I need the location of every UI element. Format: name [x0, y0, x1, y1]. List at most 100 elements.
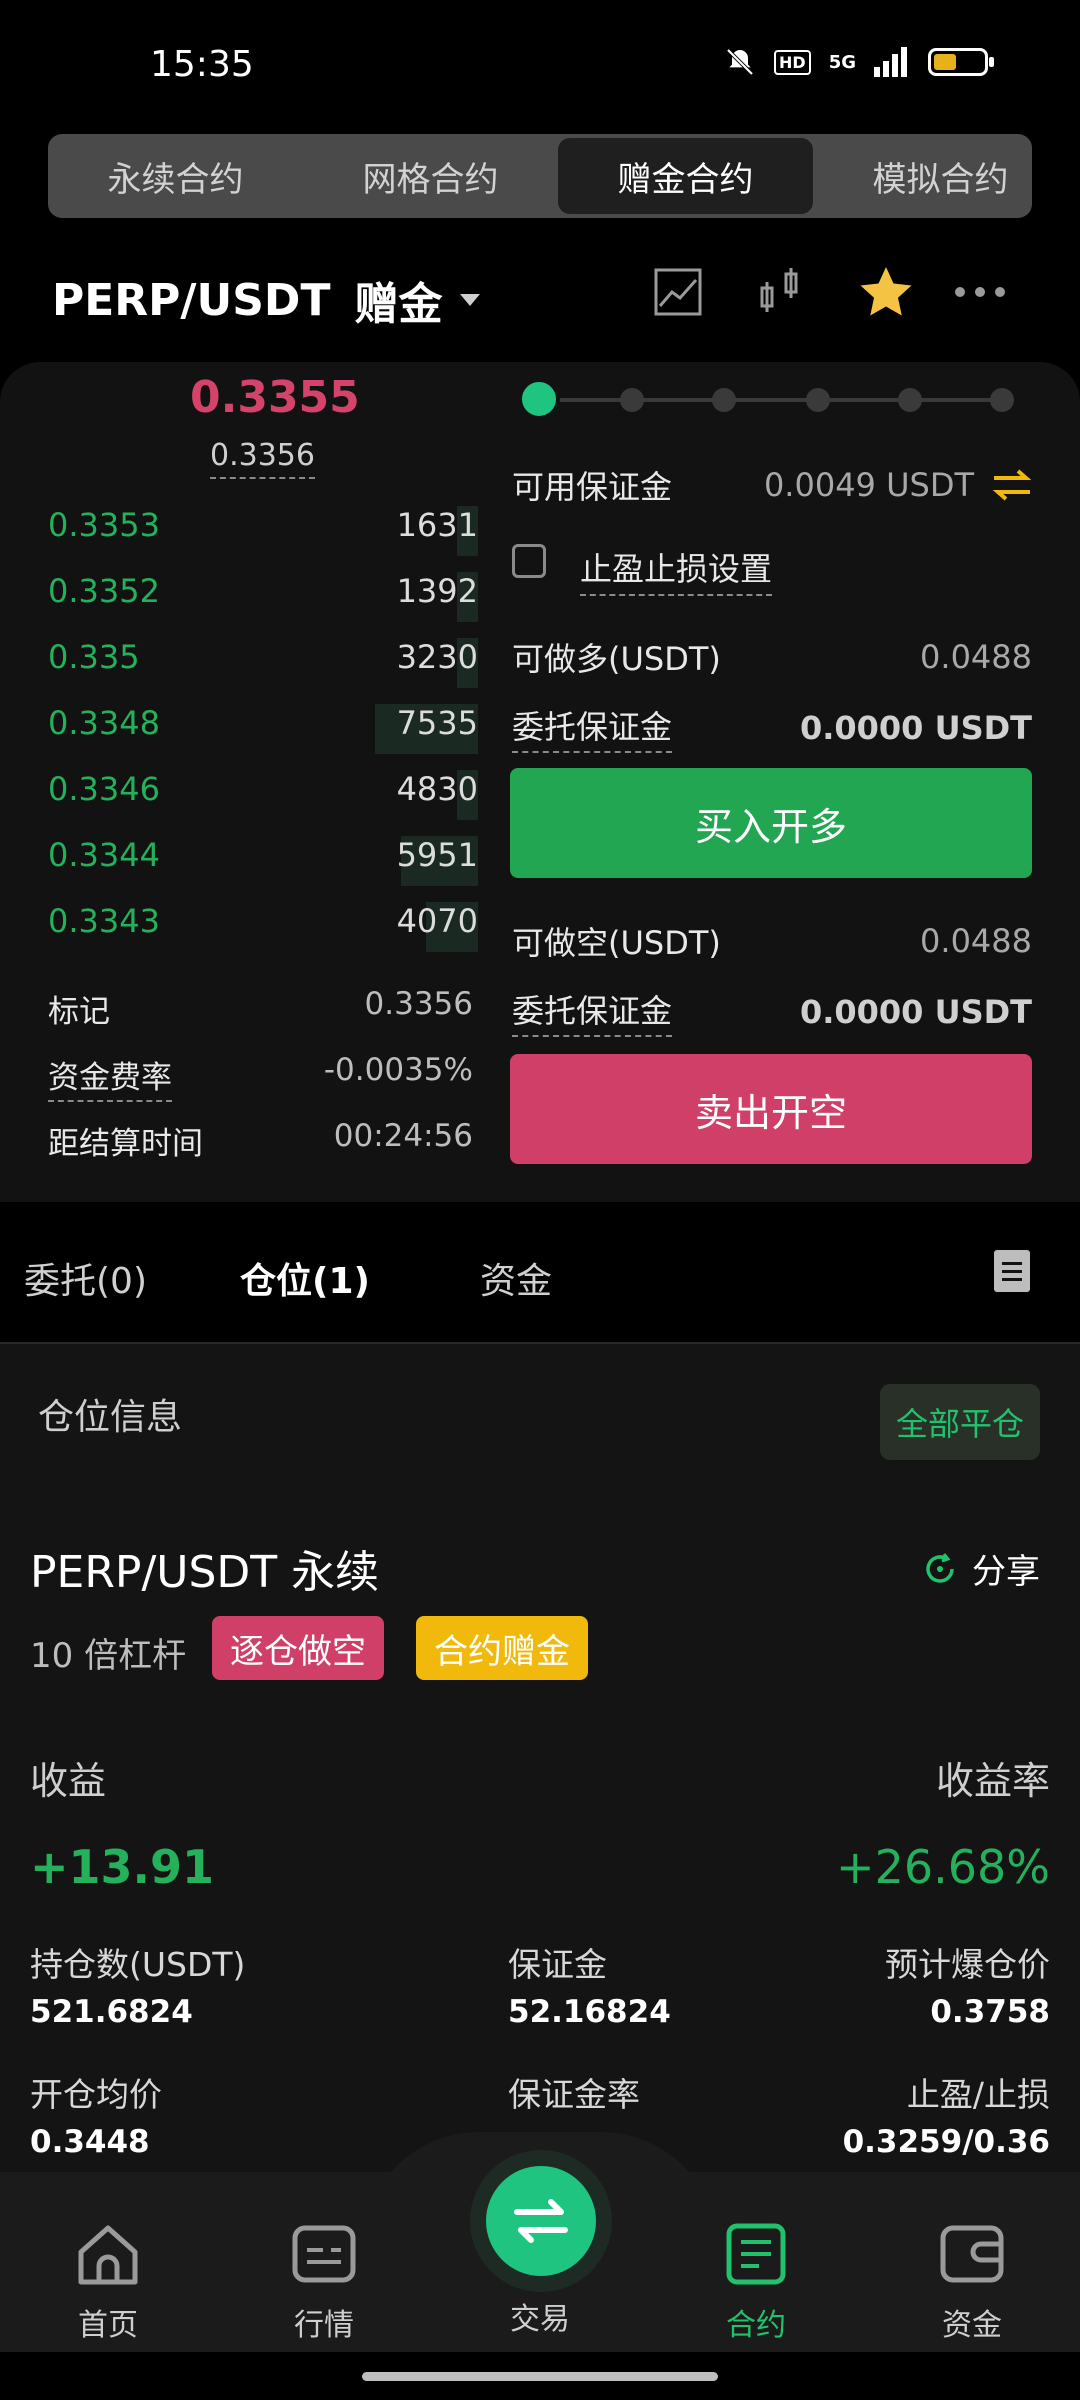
slider-step[interactable]: [620, 388, 644, 412]
funding-label[interactable]: 资金费率: [48, 1052, 172, 1102]
buy-long-button[interactable]: 买入开多: [510, 768, 1032, 878]
funding-value: -0.0035%: [323, 1052, 473, 1088]
size-label: 持仓数(USDT): [30, 1945, 246, 1984]
bid-price: 0.3343: [48, 902, 160, 940]
hd-icon: HD: [774, 49, 811, 75]
tab-orders[interactable]: 委托(0): [24, 1252, 147, 1304]
available-margin-label: 可用保证金: [512, 468, 673, 506]
slider-step[interactable]: [898, 388, 922, 412]
slider-step[interactable]: [712, 388, 736, 412]
star-icon[interactable]: [856, 262, 916, 322]
mark-value: 0.3356: [364, 986, 473, 1022]
nav-home[interactable]: 首页: [38, 2222, 178, 2344]
orderbook-row[interactable]: 0.3343 4070: [48, 902, 478, 952]
pair-mode: 赠金: [354, 279, 443, 330]
nav-contract-label: 合约: [726, 2308, 786, 2343]
contract-icon: [726, 2223, 786, 2285]
share-label: 分享: [972, 1552, 1040, 1592]
home-indicator[interactable]: [362, 2372, 718, 2381]
home-icon: [78, 2225, 138, 2285]
orderbook-row[interactable]: 0.335 3230: [48, 638, 478, 688]
candlestick-icon[interactable]: [752, 262, 812, 322]
line-chart-icon[interactable]: [648, 262, 708, 322]
size-value: 521.6824: [30, 1994, 193, 2030]
position-info-title: 仓位信息: [38, 1397, 183, 1438]
nav-funds[interactable]: 资金: [902, 2222, 1042, 2344]
short-available-value: 0.0488: [920, 922, 1032, 960]
bid-price: 0.335: [48, 638, 140, 676]
tpsl-value: 0.3259/0.36: [842, 2124, 1050, 2160]
funding-row: 资金费率 -0.0035%: [48, 1052, 473, 1102]
nav-market-label: 行情: [294, 2308, 354, 2343]
tab-perpetual[interactable]: 永续合约: [48, 134, 303, 218]
nav-trade[interactable]: 交易: [470, 2294, 610, 2338]
mark-label: 标记: [48, 994, 110, 1030]
nav-funds-label: 资金: [942, 2308, 1002, 2343]
contract-type-tabs: 永续合约 网格合约 赠金合约 模拟合约: [48, 134, 1032, 218]
nav-home-label: 首页: [78, 2308, 138, 2343]
position-name: PERP/USDT 永续: [30, 1547, 380, 1598]
slider-step[interactable]: [806, 388, 830, 412]
short-available-row: 可做空(USDT) 0.0488: [512, 918, 1032, 964]
tab-demo[interactable]: 模拟合约: [813, 134, 1032, 218]
margin-ratio-label: 保证金率: [508, 2075, 640, 2114]
slider-thumb[interactable]: [518, 378, 560, 420]
market-icon: [292, 2225, 356, 2283]
orderbook-row[interactable]: 0.3352 1392: [48, 572, 478, 622]
battery-icon: [928, 48, 994, 76]
tpsl-label[interactable]: 止盈止损设置: [580, 544, 773, 596]
tab-bonus[interactable]: 赠金合约: [558, 138, 813, 214]
tab-grid[interactable]: 网格合约: [303, 134, 558, 218]
orderbook-row[interactable]: 0.3346 4830: [48, 770, 478, 820]
liq-price-value: 0.3758: [930, 1994, 1050, 2030]
entry-price-value: 0.3448: [30, 2124, 150, 2160]
document-icon[interactable]: [994, 1250, 1030, 1292]
orderbook-row[interactable]: 0.3348 7535: [48, 704, 478, 754]
bid-size: 4070: [396, 902, 478, 940]
available-margin-value: 0.0049 USDT: [763, 466, 974, 504]
pair-name: PERP/USDT: [52, 274, 331, 326]
long-margin-label[interactable]: 委托保证金: [512, 702, 673, 753]
transfer-icon[interactable]: [992, 468, 1032, 502]
tab-positions[interactable]: 仓位(1): [240, 1252, 370, 1304]
slider-step[interactable]: [990, 388, 1014, 412]
mute-bell-icon: [726, 48, 754, 76]
long-available-row: 可做多(USDT) 0.0488: [512, 634, 1032, 680]
bid-size: 7535: [396, 704, 478, 742]
bid-price: 0.3352: [48, 572, 160, 610]
long-available-value: 0.0488: [920, 638, 1032, 676]
nav-contract[interactable]: 合约: [686, 2222, 826, 2344]
short-margin-value: 0.0000 USDT: [799, 992, 1032, 1031]
last-price: 0.3355: [190, 372, 360, 423]
tab-funds[interactable]: 资金: [480, 1252, 552, 1304]
tpsl-checkbox[interactable]: [512, 544, 546, 578]
orderbook-row[interactable]: 0.3353 1631: [48, 506, 478, 556]
bid-price: 0.3353: [48, 506, 160, 544]
settle-label: 距结算时间: [48, 1126, 203, 1162]
mark-price[interactable]: 0.3356: [210, 438, 315, 479]
nav-market[interactable]: 行情: [254, 2222, 394, 2344]
close-all-button[interactable]: 全部平仓: [880, 1384, 1040, 1460]
network-label: 5G: [828, 51, 856, 73]
long-margin-value: 0.0000 USDT: [799, 708, 1032, 747]
settle-row: 距结算时间 00:24:56: [48, 1118, 473, 1163]
bid-size: 1631: [396, 506, 478, 544]
share-button[interactable]: 分享: [922, 1544, 1040, 1593]
short-margin-label[interactable]: 委托保证金: [512, 986, 673, 1037]
bonus-badge: 合约赠金: [416, 1616, 588, 1680]
status-icons: HD 5G: [724, 46, 994, 78]
nav-trade-button[interactable]: [486, 2166, 596, 2276]
roe-value: +26.68%: [836, 1840, 1050, 1894]
margin-label: 保证金: [508, 1945, 607, 1984]
more-icon[interactable]: [950, 262, 1010, 322]
available-margin-row: 可用保证金 0.0049 USDT: [512, 462, 1032, 508]
leverage-slider-track[interactable]: [540, 398, 1002, 402]
swap-arrows-icon: [514, 2199, 568, 2243]
short-margin-row: 委托保证金 0.0000 USDT: [512, 986, 1032, 1037]
settle-value: 00:24:56: [333, 1118, 473, 1154]
bid-size: 3230: [396, 638, 478, 676]
orderbook-row[interactable]: 0.3344 5951: [48, 836, 478, 886]
pnl-label: 收益: [30, 1759, 107, 1803]
pair-selector[interactable]: PERP/USDT 赠金: [52, 268, 481, 332]
sell-short-button[interactable]: 卖出开空: [510, 1054, 1032, 1164]
